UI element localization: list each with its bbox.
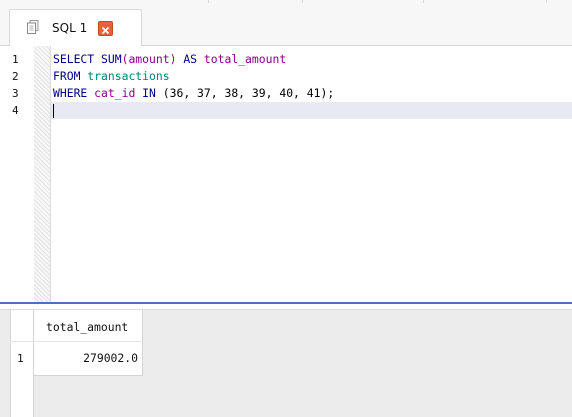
sql-keyword: AS	[183, 52, 198, 66]
tab-label: SQL 1	[52, 21, 88, 35]
divider	[423, 0, 424, 3]
line-number: 4	[12, 104, 19, 117]
line-number: 1	[12, 53, 19, 66]
divider	[302, 0, 303, 3]
editor-results-splitter[interactable]	[0, 302, 572, 310]
sql-token: (36, 37, 38, 39, 40, 41);	[155, 86, 335, 100]
code-line[interactable]: SELECT SUM(amount) AS total_amount	[53, 51, 334, 68]
editor-tab-strip: SQL 1	[0, 0, 572, 47]
row-number[interactable]: 1	[17, 352, 24, 365]
sql-keyword: WHERE	[53, 86, 88, 100]
text-cursor	[53, 104, 54, 118]
results-grid[interactable]: total_amount 1 279002.0	[0, 310, 572, 417]
result-cell[interactable]: 279002.0	[34, 351, 138, 365]
fold-margin	[34, 46, 51, 302]
line-number: 2	[12, 70, 19, 83]
sql-keyword: FROM	[53, 69, 81, 83]
sql-identifier: transactions	[87, 69, 170, 83]
close-tab-button[interactable]	[98, 21, 113, 36]
sql-token: total_amount	[203, 52, 287, 66]
divider	[546, 0, 547, 3]
code-line[interactable]: FROM transactions	[53, 68, 334, 85]
code-line[interactable]	[53, 102, 334, 119]
sql-document-icon	[27, 20, 39, 34]
line-number-gutter: 1 2 3 4	[0, 46, 34, 302]
column-header-total-amount[interactable]: total_amount	[46, 320, 128, 334]
sql-editor[interactable]: 1 2 3 4 SELECT SUM(amount) AS total_amou…	[0, 46, 572, 302]
sql-token: (amount)	[121, 52, 177, 66]
close-icon	[101, 26, 110, 35]
sql-code[interactable]: SELECT SUM(amount) AS total_amount FROM t…	[53, 51, 334, 119]
sql-keyword: IN	[142, 86, 156, 100]
sql-keyword: SELECT	[53, 52, 95, 66]
divider	[208, 0, 209, 3]
sql-token: cat_id	[94, 86, 136, 100]
header-separator	[10, 341, 143, 342]
line-number: 3	[12, 87, 19, 100]
code-line[interactable]: WHERE cat_id IN (36, 37, 38, 39, 40, 41)…	[53, 85, 334, 102]
sql-keyword: SUM	[101, 52, 122, 66]
tab-sql-1[interactable]: SQL 1	[9, 9, 142, 47]
